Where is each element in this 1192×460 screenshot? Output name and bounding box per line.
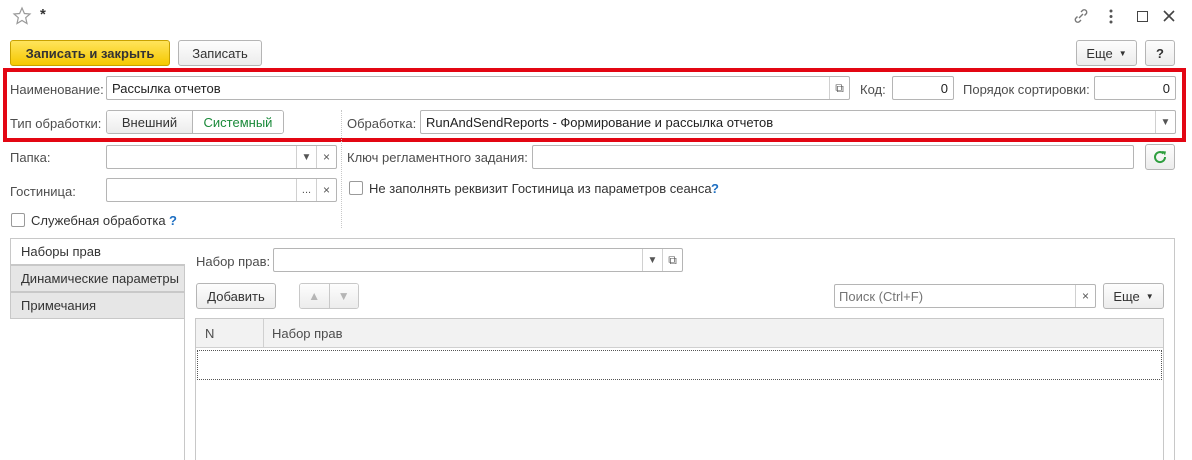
hotel-select[interactable]: ... ×	[106, 178, 337, 202]
job-key-field[interactable]	[532, 145, 1134, 169]
code-field[interactable]: 0	[892, 76, 954, 100]
type-external-button[interactable]: Внешний	[107, 111, 193, 133]
dropdown-arrow-icon[interactable]: ▼	[296, 146, 316, 168]
table-more-label: Еще	[1113, 288, 1140, 304]
processing-select[interactable]: RunAndSendReports - Формирование и рассы…	[420, 110, 1176, 134]
processing-label: Обработка:	[347, 116, 417, 131]
code-label: Код:	[860, 82, 886, 97]
processing-value: RunAndSendReports - Формирование и рассы…	[426, 115, 774, 130]
column-divider	[263, 319, 264, 348]
chevron-down-icon: ▼	[1118, 48, 1127, 58]
code-value: 0	[940, 81, 948, 96]
help-icon[interactable]: ?	[169, 213, 177, 228]
close-icon[interactable]	[1162, 9, 1176, 23]
processing-type-switch: Внешний Системный	[106, 110, 284, 134]
dropdown-arrow-icon[interactable]: ▼	[1155, 111, 1175, 133]
more-vertical-icon[interactable]	[1106, 8, 1116, 26]
table-header: N Набор прав	[196, 319, 1163, 348]
name-field[interactable]: Рассылка отчетов ⧉	[106, 76, 850, 100]
refresh-icon	[1154, 151, 1167, 164]
folder-label: Папка:	[10, 150, 51, 165]
column-divider	[341, 110, 342, 228]
search-input[interactable]	[836, 286, 1072, 306]
processing-type-label: Тип обработки:	[10, 116, 102, 131]
chevron-down-icon: ▼	[1145, 291, 1154, 301]
favorite-star-icon[interactable]	[12, 6, 32, 26]
table-row-selected[interactable]	[197, 350, 1162, 380]
move-up-icon[interactable]: ▲	[300, 284, 330, 308]
no-fill-hotel-checkbox[interactable]	[349, 181, 363, 195]
help-icon[interactable]: ?	[711, 181, 719, 196]
sort-order-field[interactable]: 0	[1094, 76, 1176, 100]
name-value: Рассылка отчетов	[112, 81, 221, 96]
save-and-close-button[interactable]: Записать и закрыть	[10, 40, 170, 66]
folder-select[interactable]: ▼ ×	[106, 145, 337, 169]
no-fill-hotel-label: Не заполнять реквизит Гостиница из парам…	[369, 181, 712, 196]
column-header-n[interactable]: N	[205, 326, 214, 341]
job-key-label: Ключ регламентного задания:	[347, 150, 528, 165]
dropdown-arrow-icon[interactable]: ▼	[642, 249, 662, 271]
sort-order-label: Порядок сортировки:	[963, 82, 1090, 97]
more-button[interactable]: Еще ▼	[1076, 40, 1137, 66]
rights-set-select[interactable]: ▼ ⧉	[273, 248, 683, 272]
help-button[interactable]: ?	[1145, 40, 1175, 66]
search-field[interactable]: ×	[834, 284, 1096, 308]
tab-dynamic-params[interactable]: Динамические параметры	[10, 265, 185, 292]
choose-icon[interactable]: ...	[296, 179, 316, 201]
tab-notes[interactable]: Примечания	[10, 292, 185, 319]
save-button[interactable]: Записать	[178, 40, 262, 66]
clear-icon[interactable]: ×	[316, 146, 336, 168]
open-icon[interactable]: ⧉	[662, 249, 682, 271]
rights-set-label: Набор прав:	[196, 254, 271, 269]
move-buttons-group: ▲ ▼	[299, 283, 359, 309]
service-processing-label: Служебная обработка	[31, 213, 166, 228]
window-title: *	[40, 6, 46, 23]
clear-search-icon[interactable]: ×	[1075, 285, 1095, 307]
sort-order-value: 0	[1162, 81, 1170, 96]
column-header-rights-set[interactable]: Набор прав	[272, 326, 343, 341]
name-label: Наименование:	[10, 82, 104, 97]
clear-icon[interactable]: ×	[316, 179, 336, 201]
maximize-icon[interactable]	[1137, 11, 1148, 22]
table-more-button[interactable]: Еще ▼	[1103, 283, 1164, 309]
refresh-button[interactable]	[1145, 144, 1175, 170]
open-icon[interactable]: ⧉	[829, 77, 849, 99]
rights-table: N Набор прав	[195, 318, 1164, 460]
hotel-label: Гостиница:	[10, 184, 76, 199]
link-icon[interactable]	[1072, 7, 1090, 25]
more-button-label: Еще	[1086, 45, 1113, 61]
type-system-button[interactable]: Системный	[193, 111, 283, 133]
service-processing-checkbox[interactable]	[11, 213, 25, 227]
tab-rights-sets[interactable]: Наборы прав	[10, 238, 185, 265]
add-button[interactable]: Добавить	[196, 283, 276, 309]
move-down-icon[interactable]: ▼	[329, 284, 358, 308]
